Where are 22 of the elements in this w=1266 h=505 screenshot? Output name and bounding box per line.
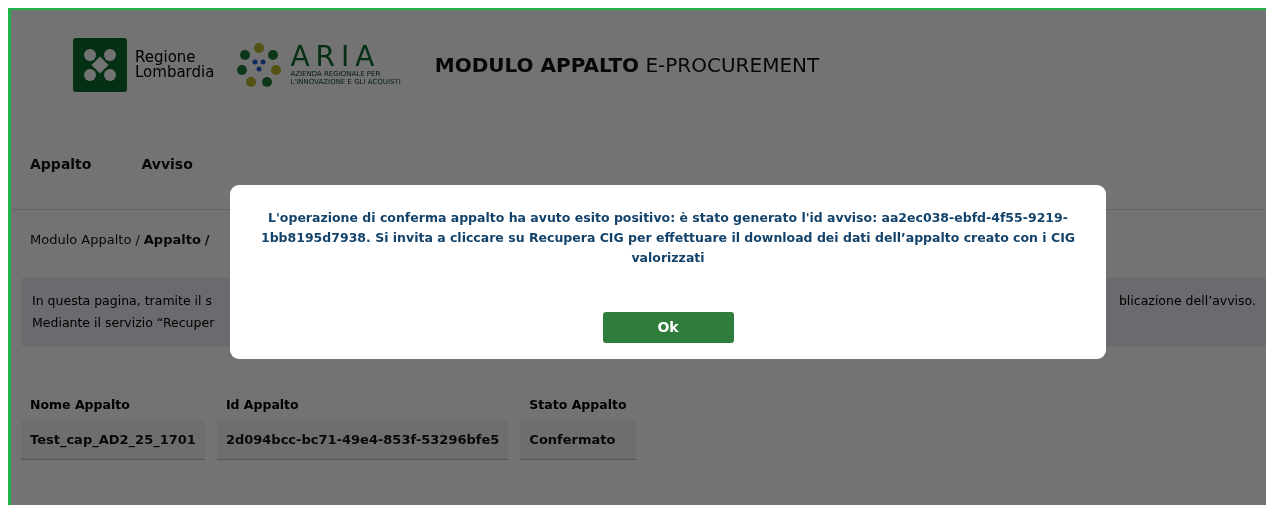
breadcrumb-separator: / bbox=[204, 231, 210, 249]
dots-logo-icon bbox=[236, 42, 283, 88]
column-header: Id Appalto bbox=[224, 396, 300, 414]
regione-logo-icon bbox=[73, 38, 127, 92]
breadcrumb-separator: / bbox=[135, 231, 140, 249]
field-value: Test_cap_AD2_25_1701 bbox=[21, 420, 205, 461]
nav-tab[interactable]: Appalto bbox=[30, 154, 92, 175]
field-value: 2d094bcc-bc71-49e4-853f-53296bfe5 bbox=[216, 420, 509, 461]
dialog-message: L'operazione di conferma appalto ha avuto esito positivo: è stato generato l'id avviso: aa2ec038-ebfd-4f55-9219-1bb8195d7938. Si invita a cliccare su Recupera CIG per effettuare il download dei dati dell’appalto creato con i CIG valorizzati bbox=[260, 209, 1076, 267]
breadcrumb-item: Appalto bbox=[143, 231, 201, 249]
nav-tab[interactable]: Avviso bbox=[141, 154, 193, 175]
info-text: Mediante il servizio “Recuper bbox=[32, 314, 215, 332]
column-header: Stato Appalto bbox=[528, 396, 628, 414]
ok-button[interactable]: Ok bbox=[602, 312, 734, 343]
field-value: Confermato bbox=[520, 420, 636, 461]
breadcrumb-item[interactable]: Modulo Appalto bbox=[30, 230, 132, 250]
app-title: MODULO APPALTO E-PROCUREMENT bbox=[434, 52, 820, 79]
column-header: Nome Appalto bbox=[29, 396, 131, 414]
info-text: In questa pagina, tramite il s bbox=[32, 292, 213, 310]
logo-text: Regione Lombardia bbox=[135, 50, 215, 80]
logo-text: ARIA bbox=[290, 44, 382, 70]
info-text: blicazione dell’avviso. bbox=[1118, 292, 1256, 310]
